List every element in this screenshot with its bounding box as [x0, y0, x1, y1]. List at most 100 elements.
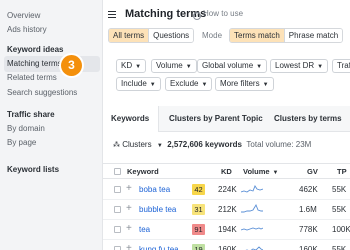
chevron-down-icon: ▼ [201, 82, 208, 88]
chevron-down-icon: ▼ [256, 64, 263, 70]
row-checkbox[interactable] [114, 206, 121, 213]
sidebar-item-by-domain[interactable]: By domain [7, 123, 45, 135]
traffic-potential-value: 55K [332, 245, 347, 250]
global-volume-value: 778K [299, 225, 318, 234]
column-header-kd[interactable]: KD [221, 167, 232, 176]
kd-badge: 42 [192, 184, 205, 195]
table-row[interactable]: + bubble tea 31 212K 1.6M 55K [103, 200, 350, 220]
chevron-down-icon: ▼ [262, 82, 269, 88]
filter-more-filters[interactable]: More filters ▼ [215, 77, 274, 91]
global-volume-value: 160K [299, 245, 318, 250]
row-checkbox[interactable] [114, 246, 121, 250]
chevron-down-icon: ▼ [185, 64, 192, 70]
trend-sparkline [241, 227, 263, 231]
sidebar-item-search-suggestions[interactable]: Search suggestions [7, 87, 77, 99]
table-row[interactable]: + tea 91 194K 778K 100K [103, 220, 350, 240]
mode-toggle: Terms match Phrase match [229, 28, 344, 43]
sidebar-section-traffic-share: Traffic share [7, 110, 55, 119]
toggle-terms-match[interactable]: Terms match [230, 29, 284, 42]
sidebar-item-related-terms[interactable]: Related terms [7, 72, 57, 84]
row-checkbox[interactable] [114, 186, 121, 193]
table-row[interactable]: + kung fu tea 19 160K 160K 55K [103, 240, 350, 250]
add-to-list-icon[interactable]: + [126, 224, 132, 234]
chevron-down-icon: ▼ [156, 143, 163, 149]
traffic-potential-value: 55K [332, 185, 347, 194]
chevron-down-icon: ▼ [135, 64, 142, 70]
sidebar-item-overview[interactable]: Overview [7, 10, 40, 22]
sidebar-section-keyword-lists: Keyword lists [7, 165, 60, 174]
toggle-phrase-match[interactable]: Phrase match [283, 29, 343, 42]
column-header-tp[interactable]: TP [337, 167, 347, 176]
clusters-dropdown[interactable]: ⁂ Clusters ▼ [113, 140, 163, 149]
clusters-icon: ⁂ [113, 142, 120, 149]
filter-more-filters-label: More filters [220, 79, 260, 88]
tabs-bar: Keywords Clusters by Parent Topic Cluste… [103, 106, 350, 132]
sidebar: Overview Ads history Keyword ideas Match… [0, 0, 103, 250]
menu-icon[interactable] [108, 11, 116, 19]
results-summary: ⁂ Clusters ▼ 2,572,606 keywords Total vo… [113, 140, 311, 149]
column-header-volume[interactable]: Volume ▼ [243, 167, 279, 176]
column-header-keyword[interactable]: Keyword [127, 167, 159, 176]
keyword-link[interactable]: boba tea [139, 185, 170, 194]
volume-value: 194K [218, 225, 237, 234]
question-icon: ? [193, 12, 201, 20]
tab-keywords[interactable]: Keywords [103, 106, 159, 132]
kd-badge: 31 [192, 204, 205, 215]
table-row[interactable]: + boba tea 42 224K 462K 55K [103, 180, 350, 200]
sidebar-item-by-page[interactable]: By page [7, 137, 36, 149]
trend-sparkline [245, 246, 263, 250]
global-volume-value: 462K [299, 185, 318, 194]
select-all-checkbox[interactable] [114, 168, 121, 175]
tab-clusters-by-terms[interactable]: Clusters by terms [266, 106, 350, 132]
sidebar-item-ads-history[interactable]: Ads history [7, 24, 47, 36]
filter-traffic[interactable]: Traf [332, 59, 350, 73]
row-checkbox[interactable] [114, 226, 121, 233]
filter-volume[interactable]: Volume ▼ [151, 59, 197, 73]
kd-badge: 91 [192, 224, 205, 235]
filter-traffic-label: Traf [337, 61, 350, 70]
filter-kd[interactable]: KD ▼ [116, 59, 147, 73]
trend-sparkline [241, 185, 263, 193]
add-to-list-icon[interactable]: + [126, 184, 132, 194]
kd-badge: 19 [192, 244, 205, 250]
add-to-list-icon[interactable]: + [126, 204, 132, 214]
chevron-down-icon: ▼ [149, 82, 156, 88]
step-number-badge: 3 [61, 55, 82, 76]
toggle-questions[interactable]: Questions [148, 29, 194, 42]
volume-value: 212K [218, 205, 237, 214]
toggle-all-terms[interactable]: All terms [109, 29, 149, 42]
filter-global-volume[interactable]: Global volume ▼ [197, 59, 268, 73]
how-to-use-link[interactable]: ? How to use [193, 9, 243, 20]
tab-clusters-by-parent-topic[interactable]: Clusters by Parent Topic [161, 106, 271, 132]
filter-volume-label: Volume [156, 61, 183, 70]
how-to-use-label: How to use [203, 9, 244, 18]
keyword-count: 2,572,606 keywords [167, 140, 242, 149]
keyword-link[interactable]: bubble tea [139, 205, 176, 214]
chevron-down-icon: ▼ [272, 170, 279, 176]
sidebar-item-matching-terms[interactable]: Matching terms [7, 58, 62, 70]
column-header-gv[interactable]: GV [307, 167, 318, 176]
filter-exclude[interactable]: Exclude ▼ [165, 77, 213, 91]
filter-lowest-dr-label: Lowest DR [275, 61, 315, 70]
keyword-link[interactable]: kung fu tea [139, 245, 179, 250]
keyword-link[interactable]: tea [139, 225, 150, 234]
clusters-dropdown-label: Clusters [122, 140, 152, 149]
global-volume-value: 1.6M [299, 205, 317, 214]
filter-global-volume-label: Global volume [202, 61, 254, 70]
trend-sparkline [241, 203, 263, 213]
filter-include[interactable]: Include ▼ [116, 77, 161, 91]
column-header-volume-label: Volume [243, 167, 270, 176]
filter-lowest-dr[interactable]: Lowest DR ▼ [270, 59, 329, 73]
volume-value: 160K [218, 245, 237, 250]
traffic-potential-value: 55K [332, 205, 347, 214]
filter-kd-label: KD [121, 61, 133, 70]
chevron-down-icon: ▼ [317, 64, 324, 70]
traffic-potential-value: 100K [332, 225, 350, 234]
scope-toggle: All terms Questions [108, 28, 195, 43]
table-header: Keyword KD Volume ▼ GV TP [103, 163, 350, 179]
sidebar-section-keyword-ideas: Keyword ideas [7, 45, 64, 54]
main-panel: Matching terms ? How to use All terms Que… [103, 0, 350, 250]
add-to-list-icon[interactable]: + [126, 244, 132, 250]
filter-exclude-label: Exclude [170, 79, 199, 88]
total-volume: Total volume: 23M [246, 140, 312, 149]
